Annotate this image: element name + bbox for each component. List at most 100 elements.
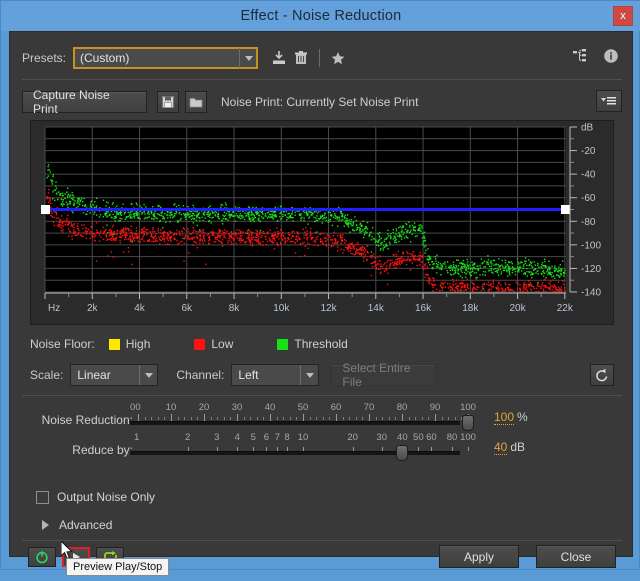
reduce-by-value[interactable]: 40 dB: [494, 440, 526, 455]
reduce-by-track[interactable]: [130, 451, 460, 455]
channel-dropdown-value: Left: [238, 368, 259, 382]
presets-dropdown[interactable]: (Custom): [73, 47, 259, 69]
legend-label-threshold: Threshold: [294, 337, 348, 351]
select-entire-file-label: Select Entire File: [342, 361, 411, 389]
reduce-by-thumb[interactable]: [396, 445, 409, 461]
advanced-label: Advanced: [59, 518, 113, 532]
slider-tick-label: 6: [263, 432, 270, 443]
legend-item-high: High: [108, 337, 151, 351]
dialog-body: Presets: (Custom) Capture Noise Print No…: [9, 31, 633, 568]
capture-noise-print-button[interactable]: Capture Noise Print: [22, 88, 147, 116]
slider-tick-label: 40: [397, 432, 408, 443]
save-preset-icon[interactable]: [268, 47, 290, 69]
apply-label: Apply: [463, 549, 495, 564]
noise-reduction-value-number[interactable]: 100: [494, 410, 515, 425]
close-label: Close: [560, 549, 592, 564]
slider-tick-label: 50: [413, 432, 424, 443]
legend-swatch-low: [194, 338, 206, 350]
slider-tick-label: 30: [376, 432, 388, 443]
power-toggle-icon[interactable]: [28, 547, 56, 567]
reduce-by-tickmarks: [130, 444, 469, 451]
legend-title: Noise Floor:: [30, 337, 95, 351]
divider-bottom: [22, 540, 622, 541]
scale-dropdown[interactable]: Linear: [70, 364, 159, 386]
slider-tick-label: 60: [330, 402, 342, 413]
reduce-by-label: Reduce by:: [72, 443, 133, 457]
tooltip-text: Preview Play/Stop: [73, 561, 163, 573]
presets-label: Presets:: [22, 51, 67, 65]
slider-tick-label: 3: [214, 432, 220, 443]
svg-text:6k: 6k: [181, 303, 193, 314]
slider-tick-label: 10: [297, 432, 309, 443]
noise-reduction-track[interactable]: [130, 421, 460, 425]
toolbar-separator: [319, 49, 321, 67]
output-noise-only-checkbox[interactable]: [36, 490, 49, 504]
svg-text:18k: 18k: [462, 303, 479, 314]
slider-tick-label: 1: [134, 432, 140, 443]
legend-item-low: Low: [194, 337, 233, 351]
noise-floor-graph[interactable]: Hz 2k 4k 6k 8k 10k 12k 14k 16k 18k 20k 22k dB -20 -40…: [30, 120, 614, 325]
close-icon: x: [620, 9, 626, 22]
slider-tick-label: 80: [446, 432, 458, 443]
legend-label-low: Low: [211, 337, 234, 351]
noise-print-status-value: Currently Set Noise Print: [286, 95, 419, 109]
slider-tick-label: 5: [250, 432, 256, 443]
slider-tick-label: 0: [135, 402, 141, 413]
reset-icon[interactable]: [590, 364, 614, 386]
window-close-button[interactable]: x: [613, 6, 633, 26]
noise-reduction-slider-row: Noise Reduction: 0 0 10 20 30 40 50 60 70 80 90 100…: [22, 402, 622, 432]
noise-reduction-value[interactable]: 100%: [494, 410, 528, 425]
noise-reduction-value-unit: %: [517, 410, 528, 424]
select-entire-file-button[interactable]: Select Entire File: [331, 361, 437, 389]
output-noise-only-label: Output Noise Only: [57, 490, 156, 504]
slider-tick-label: 8: [284, 432, 290, 443]
noise-reduction-thumb[interactable]: [462, 415, 474, 431]
advanced-section-toggle[interactable]: Advanced: [42, 518, 112, 532]
slider-tick-label: 20: [198, 402, 210, 413]
svg-text:dB: dB: [581, 123, 594, 134]
noise-reduction-slider[interactable]: 0 0 10 20 30 40 50 60 70 80 90 100: [130, 402, 476, 432]
noise-floor-graph-svg[interactable]: Hz 2k 4k 6k 8k 10k 12k 14k 16k 18k 20k 22k dB -20 -40…: [31, 121, 613, 324]
legend-swatch-threshold: [277, 338, 289, 350]
open-noise-print-icon[interactable]: [185, 91, 207, 113]
legend-label-high: High: [125, 337, 151, 351]
channel-dropdown[interactable]: Left: [231, 364, 320, 386]
svg-text:-100: -100: [581, 240, 601, 251]
slider-tick-label: 10: [165, 402, 177, 413]
reduce-by-slider[interactable]: 1 2 3 4 5 6 7 8 10 20 30 40 50 60 80 100: [130, 432, 476, 462]
svg-text:-60: -60: [581, 193, 596, 204]
apply-button[interactable]: Apply: [439, 545, 519, 568]
output-noise-only-row[interactable]: Output Noise Only: [36, 490, 155, 504]
svg-text:16k: 16k: [415, 303, 432, 314]
title-bar[interactable]: Effect - Noise Reduction x: [1, 1, 640, 31]
chevron-down-icon: [239, 48, 257, 68]
info-icon[interactable]: [600, 45, 622, 67]
reduce-by-value-number[interactable]: 40: [494, 440, 508, 455]
slider-tick-label: 40: [264, 402, 276, 413]
slider-tick-label: 100: [460, 402, 476, 413]
favorite-star-icon[interactable]: [327, 47, 349, 69]
reduce-by-value-unit: dB: [510, 440, 526, 454]
close-button[interactable]: Close: [536, 545, 616, 568]
chevron-down-icon: [300, 365, 318, 385]
reduce-by-slider-row: Reduce by: 1 2 3 4 5 6 7 8 10 20 30 40 50 60 80 100 40 d…: [22, 432, 622, 462]
slider-tick-label: 50: [297, 402, 309, 413]
svg-text:12k: 12k: [320, 303, 337, 314]
noise-print-status: Noise Print: Currently Set Noise Print: [221, 95, 418, 109]
chevron-right-icon: [42, 520, 49, 530]
panel-menu-icon[interactable]: [596, 90, 622, 112]
svg-text:-40: -40: [581, 170, 596, 181]
save-noise-print-icon[interactable]: [157, 91, 179, 113]
effect-routing-icon[interactable]: [569, 45, 591, 67]
svg-text:Hz: Hz: [48, 303, 60, 314]
delete-preset-icon[interactable]: [290, 47, 312, 69]
svg-text:-140: -140: [581, 288, 601, 299]
svg-text:2k: 2k: [87, 303, 99, 314]
svg-text:-20: -20: [581, 146, 596, 157]
svg-text:22k: 22k: [557, 303, 574, 314]
slider-tick-label: 80: [396, 402, 408, 413]
presets-row: Presets: (Custom): [22, 45, 622, 71]
svg-text:8k: 8k: [229, 303, 241, 314]
reduce-by-tick-labels: 1 2 3 4 5 6 7 8 10 20 30 40 50 60 80 100: [130, 432, 476, 443]
scale-dropdown-value: Linear: [77, 368, 111, 382]
